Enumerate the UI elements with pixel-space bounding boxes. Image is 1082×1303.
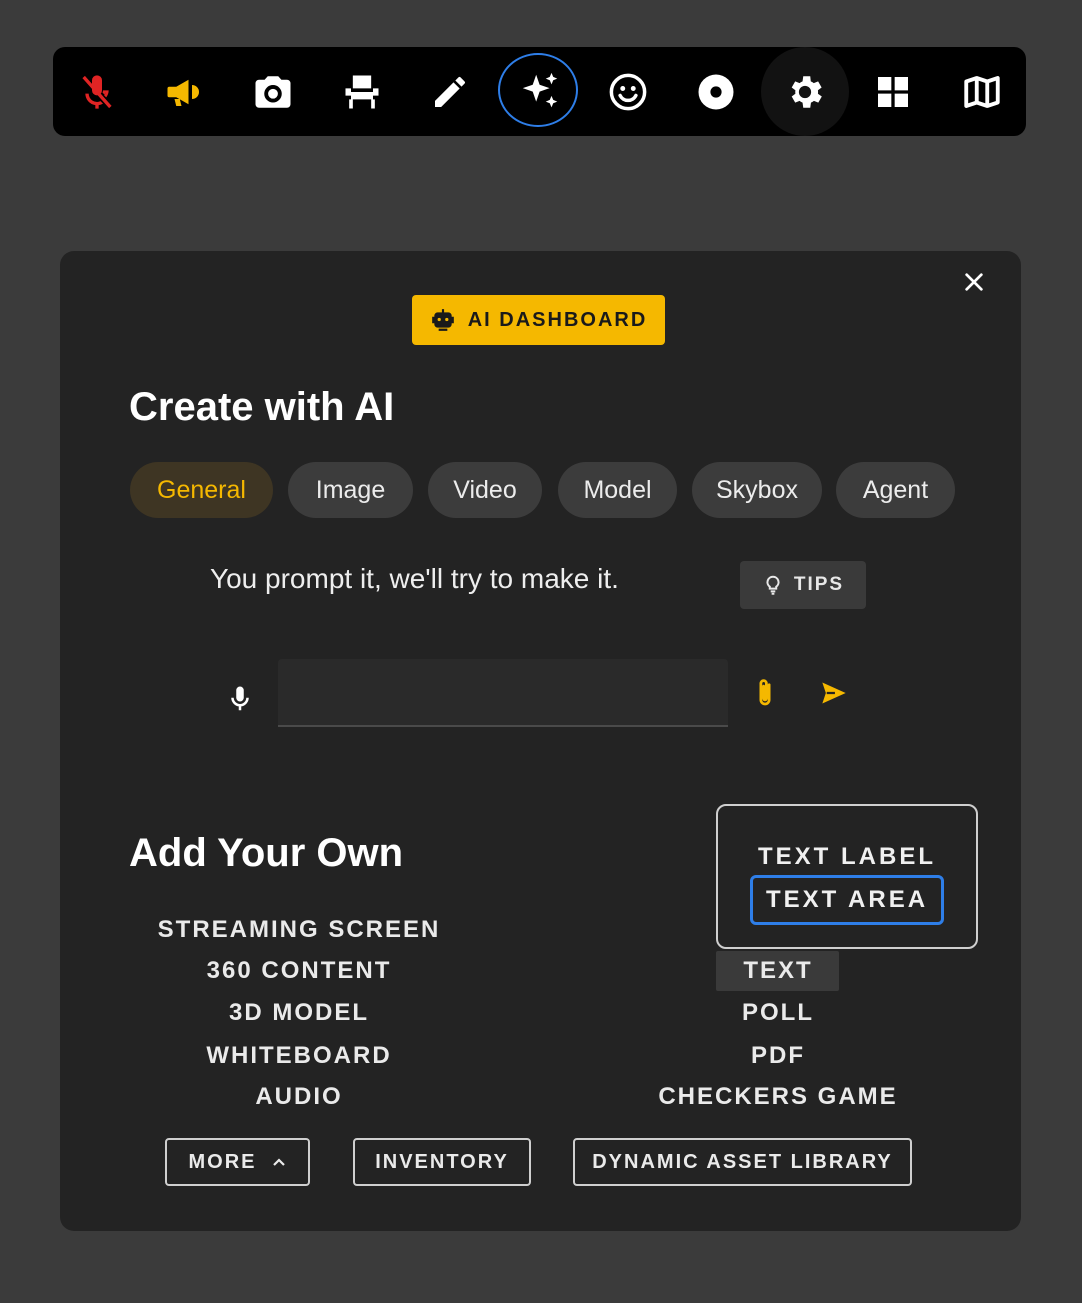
record-button[interactable] [672, 47, 760, 136]
ai-dashboard-panel: AI DASHBOARD Create with AI General Imag… [60, 251, 1021, 1231]
add-streaming-screen[interactable]: STREAMING SCREEN [158, 916, 441, 944]
paperclip-icon [759, 679, 771, 706]
send-icon [822, 682, 846, 704]
layout-button[interactable] [849, 47, 937, 136]
more-label: MORE [188, 1150, 257, 1173]
settings-button[interactable] [761, 47, 849, 136]
camera-button[interactable] [229, 47, 317, 136]
lightbulb-icon [766, 575, 780, 595]
close-button[interactable] [957, 265, 991, 299]
ai-dashboard-badge: AI DASHBOARD [412, 295, 665, 345]
tab-skybox[interactable]: Skybox [692, 462, 822, 518]
emoji-button[interactable] [584, 47, 672, 136]
active-ring [498, 53, 578, 127]
ai-dashboard-label: AI DASHBOARD [467, 308, 648, 331]
add-audio[interactable]: AUDIO [255, 1083, 342, 1111]
tips-label: TIPS [793, 574, 845, 595]
mute-mic-button[interactable] [53, 47, 141, 136]
text-area-option[interactable]: TEXT AREA [750, 875, 944, 925]
seat-button[interactable] [318, 47, 406, 136]
camera-icon [255, 75, 291, 108]
add-checkers-game[interactable]: CHECKERS GAME [658, 1083, 897, 1111]
create-with-ai-title: Create with AI [129, 385, 395, 429]
attach-button[interactable] [750, 673, 780, 713]
add-your-own-title: Add Your Own [129, 831, 404, 875]
text-type-popup: TEXT LABEL TEXT AREA [716, 804, 978, 949]
mic-muted-icon [82, 74, 112, 109]
tab-image[interactable]: Image [288, 462, 413, 518]
inventory-button[interactable]: INVENTORY [353, 1138, 531, 1186]
tips-button[interactable]: TIPS [740, 561, 866, 609]
prompt-hint: You prompt it, we'll try to make it. [210, 563, 619, 594]
tab-agent[interactable]: Agent [836, 462, 955, 518]
map-icon [964, 75, 1000, 108]
tab-general[interactable]: General [130, 462, 273, 518]
tab-video[interactable]: Video [428, 462, 542, 518]
draw-button[interactable] [406, 47, 494, 136]
add-poll[interactable]: POLL [742, 999, 814, 1027]
tab-model[interactable]: Model [558, 462, 677, 518]
gear-icon [791, 75, 822, 108]
prompt-input[interactable] [278, 659, 728, 727]
ai-button[interactable] [496, 47, 584, 136]
chevron-up-icon [272, 1158, 285, 1166]
add-text[interactable]: TEXT [743, 957, 812, 985]
send-button[interactable] [816, 675, 852, 711]
more-button[interactable]: MORE [165, 1138, 310, 1186]
add-pdf[interactable]: PDF [751, 1042, 805, 1070]
pencil-icon [435, 76, 465, 107]
microphone-icon [231, 686, 249, 711]
smiley-icon [609, 73, 647, 110]
seat-icon [345, 75, 379, 108]
megaphone-icon [167, 79, 199, 106]
record-icon [698, 74, 734, 109]
add-3d-model[interactable]: 3D MODEL [229, 999, 369, 1027]
top-toolbar [53, 47, 1026, 136]
add-whiteboard[interactable]: WHITEBOARD [206, 1042, 391, 1070]
map-button[interactable] [938, 47, 1026, 136]
close-icon [965, 273, 983, 291]
text-label-option[interactable]: TEXT LABEL [758, 843, 936, 871]
robot-icon [431, 309, 454, 331]
announce-button[interactable] [141, 47, 229, 136]
voice-input-button[interactable] [220, 676, 260, 722]
dynamic-asset-library-button[interactable]: DYNAMIC ASSET LIBRARY [573, 1138, 912, 1186]
grid-icon [878, 76, 908, 107]
add-360-content[interactable]: 360 CONTENT [207, 957, 392, 985]
